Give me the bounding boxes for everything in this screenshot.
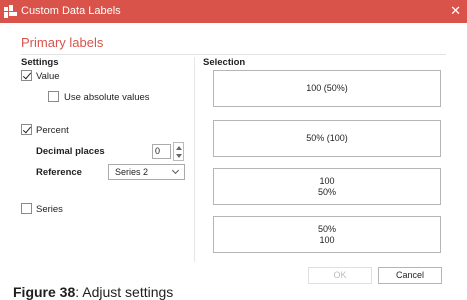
chevron-down-icon <box>171 166 180 175</box>
app-grid-icon <box>4 5 17 18</box>
cancel-button[interactable]: Cancel <box>378 267 442 284</box>
figure-number: Figure 38 <box>13 284 76 300</box>
heading-divider <box>21 54 446 55</box>
label-format-option-4[interactable]: 50% 100 <box>213 216 441 253</box>
window-title: Custom Data Labels <box>21 5 121 17</box>
absolute-values-label: Use absolute values <box>64 92 150 103</box>
selection-title: Selection <box>203 57 246 68</box>
absolute-values-checkbox[interactable] <box>48 91 59 102</box>
series-label: Series <box>36 204 63 215</box>
decimal-places-input[interactable]: 0 <box>152 144 171 159</box>
value-checkbox[interactable] <box>21 70 32 81</box>
title-bar: Custom Data Labels ✕ <box>0 0 467 23</box>
label-format-option-1[interactable]: 100 (50%) <box>213 70 441 107</box>
column-divider <box>194 57 195 262</box>
percent-label: Percent <box>36 125 69 136</box>
section-heading: Primary labels <box>21 35 104 50</box>
figure-caption: Figure 38: Adjust settings <box>13 285 173 300</box>
reference-selected-value: Series 2 <box>115 167 149 177</box>
decimal-places-stepper[interactable] <box>173 142 184 161</box>
ok-button[interactable]: OK <box>308 267 372 284</box>
spin-down-icon[interactable] <box>176 154 182 158</box>
label-format-option-2[interactable]: 50% (100) <box>213 120 441 157</box>
checkmark-icon <box>22 70 32 80</box>
percent-checkbox[interactable] <box>21 124 32 135</box>
reference-label: Reference <box>36 167 82 178</box>
figure-caption-text: : Adjust settings <box>75 284 174 300</box>
checkmark-icon <box>22 124 32 134</box>
series-checkbox[interactable] <box>21 203 32 214</box>
decimal-places-label: Decimal places <box>36 146 105 157</box>
close-button[interactable]: ✕ <box>450 3 461 19</box>
value-label: Value <box>36 71 60 82</box>
settings-title: Settings <box>21 57 59 68</box>
reference-select[interactable]: Series 2 <box>108 164 185 180</box>
spin-up-icon[interactable] <box>176 146 182 150</box>
label-format-option-3[interactable]: 100 50% <box>213 168 441 205</box>
